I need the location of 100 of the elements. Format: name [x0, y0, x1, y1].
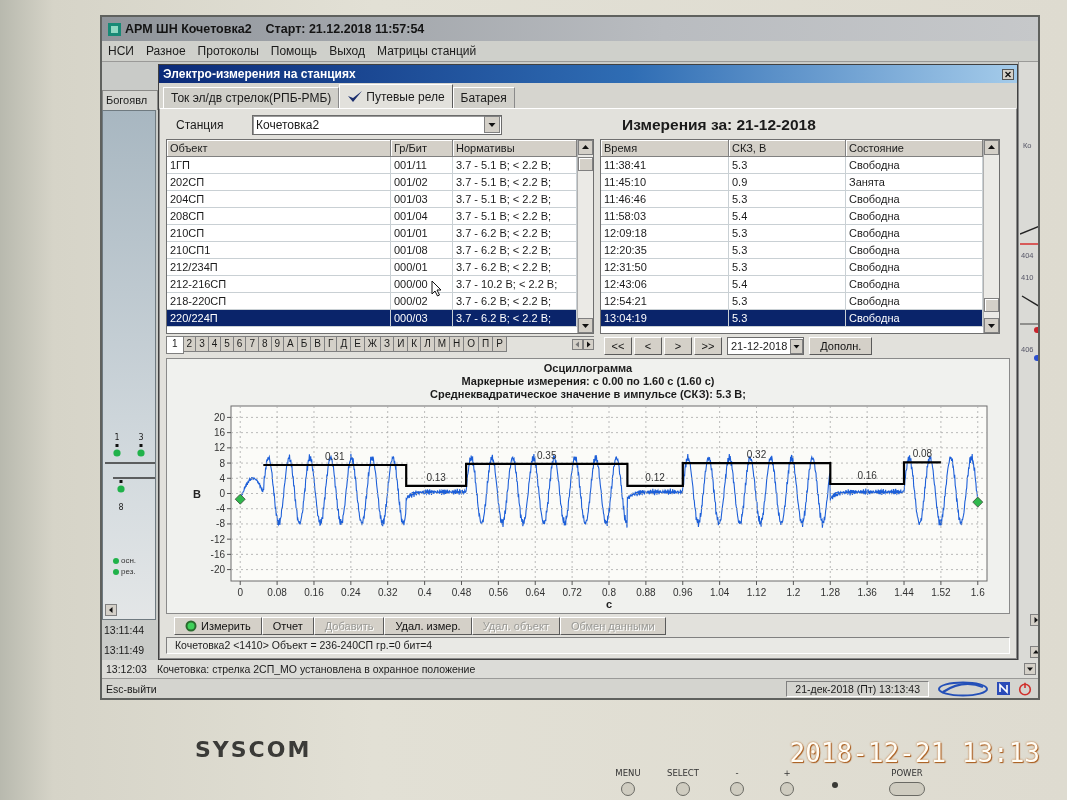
index-tab[interactable]: Е — [350, 337, 365, 352]
table-cell: 5.3 — [729, 191, 846, 208]
table-cell: 202СП — [167, 174, 391, 191]
station-dropdown[interactable]: Кочетовка2 — [252, 114, 502, 135]
table-row[interactable]: 202СП 001/02 3.7 - 5.1 В; < 2.2 В; — [167, 174, 577, 191]
axis-tick-label: 0.24 — [341, 587, 361, 598]
marker-icon[interactable] — [234, 493, 246, 505]
table-row[interactable]: 208СП 001/04 3.7 - 5.1 В; < 2.2 В; — [167, 208, 577, 225]
index-tab[interactable]: 5 — [220, 337, 234, 352]
table-row[interactable]: 12:09:18 5.3 Свободна — [601, 225, 983, 242]
index-tab[interactable]: Р — [492, 337, 507, 352]
axis-tick-label: 1.6 — [970, 587, 985, 598]
menu-item[interactable]: Протоколы — [197, 44, 259, 58]
scroll-thumb[interactable] — [578, 157, 593, 171]
app-icon[interactable] — [997, 682, 1010, 695]
tab[interactable]: Батарея — [452, 87, 515, 108]
index-tab[interactable]: 1 — [166, 337, 184, 354]
index-tab[interactable]: А — [283, 337, 298, 352]
chart-rms-text: Среднеквадратическое значение в импульсе (СКЗ): 5.3 В; — [430, 388, 746, 401]
axis-label: В — [193, 487, 201, 500]
action-button[interactable]: Удал. измер. — [384, 616, 472, 635]
axis-tick-label: 0 — [237, 587, 243, 598]
monitor-button[interactable] — [676, 782, 690, 796]
table-row[interactable]: 220/224П 000/03 3.7 - 6.2 В; < 2.2 В; — [167, 310, 577, 327]
status-field: Кочетовка2 <1410> Объект = 236-240СП гр.=0 бит=4 — [166, 637, 1010, 654]
axis-tick-label: -20 — [210, 564, 225, 576]
legend-dot-icon — [113, 557, 119, 564]
table-row[interactable]: 204СП 001/03 3.7 - 5.1 В; < 2.2 В; — [167, 191, 577, 208]
index-tab[interactable]: Л — [420, 337, 435, 352]
table-row[interactable]: 11:38:41 5.3 Свободна — [601, 157, 983, 174]
table-cell: 5.4 — [729, 276, 846, 293]
more-button[interactable]: Дополн. — [809, 337, 873, 355]
action-button[interactable]: Отчет — [261, 616, 314, 635]
status-hint: Esc-выйти — [106, 682, 157, 695]
legend-dot-icon — [113, 568, 119, 575]
page-button[interactable]: << — [604, 337, 632, 355]
table-row[interactable]: 210СП1 001/08 3.7 - 6.2 В; < 2.2 В; — [167, 242, 577, 259]
table-cell: 1ГП — [167, 157, 391, 174]
table-cell: 208СП — [167, 208, 391, 225]
table-row[interactable]: 11:45:10 0.9 Занята — [601, 174, 983, 191]
tab[interactable]: Путевые реле — [339, 84, 453, 108]
table-row[interactable]: 12:20:35 5.3 Свободна — [601, 242, 983, 259]
axis-tick-label: 0.88 — [636, 587, 656, 598]
power-button[interactable] — [889, 782, 925, 796]
table-row[interactable]: 12:31:50 5.3 Свободна — [601, 259, 983, 276]
index-tab[interactable]: З — [380, 337, 395, 352]
vertical-scrollbar[interactable] — [577, 140, 593, 333]
menu-item[interactable]: Матрицы станций — [377, 44, 477, 58]
scroll-right-icon[interactable] — [583, 339, 594, 350]
index-tab[interactable]: О — [463, 337, 480, 352]
scroll-thumb[interactable] — [984, 298, 999, 312]
monitor-button[interactable] — [621, 782, 635, 796]
marker-icon[interactable] — [972, 496, 984, 508]
menu-item[interactable]: Разное — [145, 44, 186, 58]
table-cell: 204СП — [167, 191, 391, 208]
axis-tick-label: 4 — [219, 472, 225, 484]
table-cell: 11:46:46 — [601, 191, 729, 208]
table-row[interactable]: 13:04:19 5.3 Свободна — [601, 310, 983, 327]
table-row[interactable]: 11:58:03 5.4 Свободна — [601, 208, 983, 225]
table-row[interactable]: 1ГП 001/11 3.7 - 5.1 В; < 2.2 В; — [167, 157, 577, 174]
table-cell: 212/234П — [167, 259, 391, 276]
axis-tick-label: 0.96 — [673, 587, 693, 598]
power-icon[interactable] — [1018, 681, 1032, 696]
axis-tick-label: -12 — [210, 533, 225, 545]
axis-tick-label: 0.4 — [417, 587, 432, 598]
monitor-button[interactable] — [730, 782, 744, 796]
monitor-button[interactable] — [780, 782, 794, 796]
table-row[interactable]: 12:43:06 5.4 Свободна — [601, 276, 983, 293]
track-line — [1020, 323, 1038, 325]
axis-tick-label: -16 — [210, 548, 225, 560]
axis-tick-label: 12 — [213, 442, 225, 454]
index-tab[interactable]: 3 — [195, 337, 209, 352]
app-icon — [108, 22, 121, 36]
scroll-down-icon[interactable] — [1024, 663, 1036, 675]
menu-item[interactable]: Помощь — [270, 44, 318, 58]
table-row[interactable]: 11:46:46 5.3 Свободна — [601, 191, 983, 208]
axis-tick-label: 1.2 — [786, 587, 801, 598]
station-tab[interactable]: Богоявл — [102, 90, 158, 110]
action-button[interactable]: Измерить — [174, 616, 262, 635]
index-tab[interactable]: 7 — [245, 337, 259, 352]
index-tab[interactable]: В — [310, 337, 325, 352]
close-icon[interactable] — [1002, 68, 1014, 80]
table-row[interactable]: 210СП 001/01 3.7 - 6.2 В; < 2.2 В; — [167, 225, 577, 242]
index-tab[interactable]: К — [407, 337, 422, 352]
page-button[interactable]: < — [634, 337, 662, 355]
signal-number: 3 — [138, 433, 144, 442]
logo-icon — [937, 680, 989, 697]
table-cell: 5.3 — [729, 259, 846, 276]
page-button[interactable]: > — [664, 337, 692, 355]
menu-item[interactable]: Выход — [329, 44, 366, 58]
date-dropdown[interactable]: 21-12-2018 — [727, 337, 805, 355]
menu-item[interactable]: НСИ — [108, 44, 134, 58]
page-button[interactable]: >> — [694, 337, 722, 355]
vertical-scrollbar[interactable] — [983, 140, 999, 333]
scroll-left-icon[interactable] — [105, 604, 117, 616]
tab[interactable]: Ток эл/дв стрелок(РПБ-РМБ) — [163, 87, 340, 108]
track-line — [1020, 224, 1038, 235]
measurements-heading: Измерения за: 21-12-2018 — [621, 115, 817, 134]
table-cell: 5.3 — [729, 157, 846, 174]
table-row[interactable]: 212/234П 000/01 3.7 - 6.2 В; < 2.2 В; — [167, 259, 577, 276]
